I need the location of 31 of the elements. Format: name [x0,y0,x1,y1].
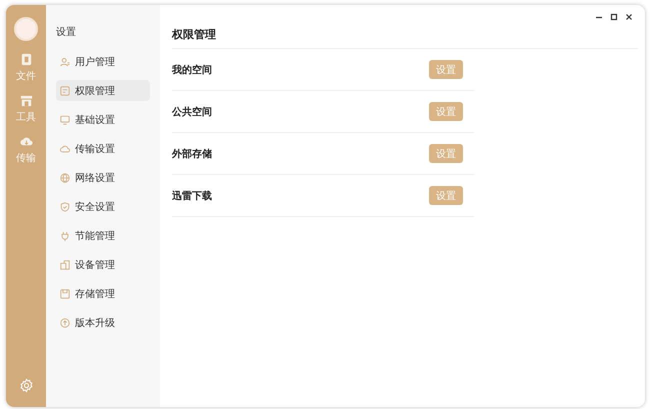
sidebar-item[interactable]: 节能管理 [56,225,150,246]
sidebar-item[interactable]: 传输设置 [56,138,150,159]
row-label: 我的空间 [172,64,212,76]
row-label: 外部存储 [172,148,212,160]
globe-icon [60,172,70,182]
cloud-icon [60,144,70,154]
sidebar-item[interactable]: 设备管理 [56,254,150,275]
plug-icon [60,230,70,240]
store-icon [20,94,32,107]
close-icon[interactable] [625,13,633,21]
sidebar-item[interactable]: 权限管理 [56,80,150,101]
document-icon [20,53,32,66]
sidebar-item[interactable]: 版本升级 [56,312,150,333]
list-icon [60,86,70,96]
row-label: 公共空间 [172,106,212,118]
sidebar-item[interactable]: 网络设置 [56,167,150,188]
floppy-icon [60,288,70,298]
upload-icon [60,318,70,328]
maximize-icon[interactable] [610,13,618,21]
sidebar-title: 设置 [56,26,77,39]
sidebar-item[interactable]: 存储管理 [56,283,150,304]
cloud-icon [20,135,32,148]
sidebar-item[interactable]: 基础设置 [56,109,150,130]
device-icon [60,260,70,270]
user-icon [60,56,70,66]
sidebar-item[interactable]: 用户管理 [56,51,150,72]
page-title: 权限管理 [172,27,638,49]
shield-icon [60,202,70,212]
monitor-icon [60,114,70,124]
sidebar-item[interactable]: 安全设置 [56,196,150,217]
row-label: 迅雷下载 [172,190,212,202]
